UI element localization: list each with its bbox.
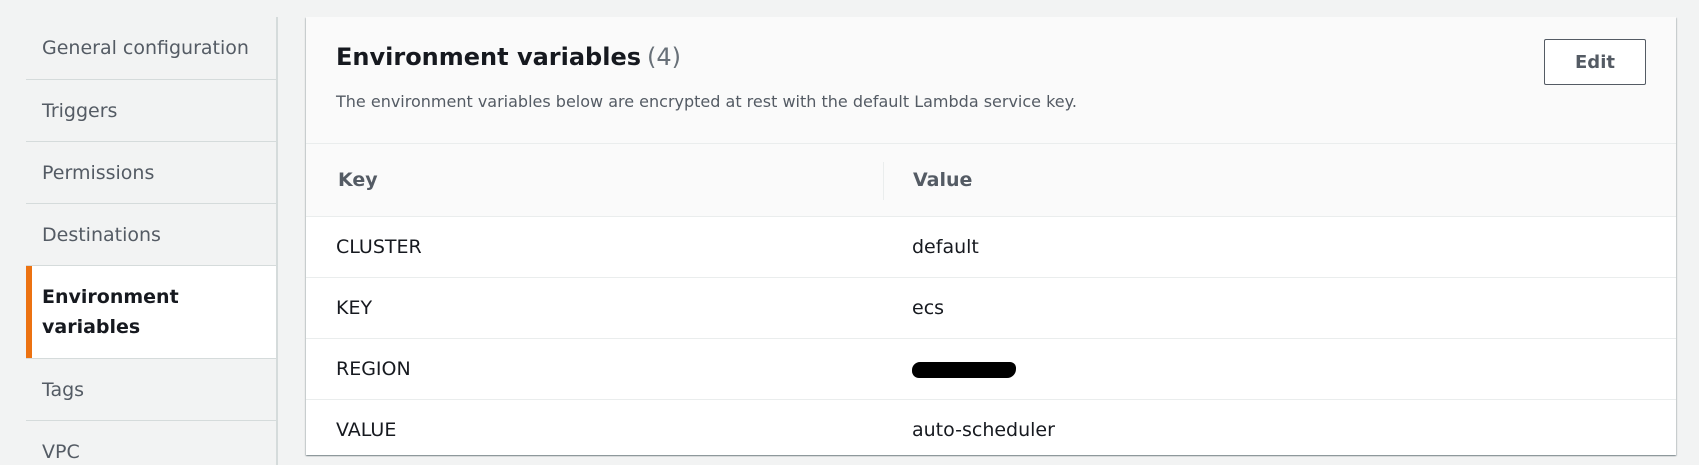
sidebar-item-label: Environment variables — [42, 286, 179, 338]
table-row: VALUE auto-scheduler — [306, 400, 1676, 455]
table-row: CLUSTER default — [306, 217, 1676, 278]
column-header-value: Value — [913, 169, 973, 191]
column-divider[interactable] — [883, 162, 884, 200]
row-value-redacted — [912, 358, 1016, 380]
sidebar-item-triggers[interactable]: Triggers — [26, 79, 276, 141]
panel-header: Environment variables (4) The environment… — [306, 17, 1676, 144]
row-key: KEY — [336, 297, 373, 319]
row-value: ecs — [912, 297, 945, 319]
sidebar-nav: General configuration Triggers Permissio… — [26, 17, 278, 465]
sidebar-item-label: Tags — [42, 378, 85, 401]
sidebar-item-permissions[interactable]: Permissions — [26, 141, 276, 203]
row-key: VALUE — [336, 419, 397, 441]
variable-count: (4) — [647, 43, 682, 71]
sidebar-item-destinations[interactable]: Destinations — [26, 203, 276, 265]
environment-variables-table: Key Value CLUSTER default KEY ecs REGION… — [306, 144, 1676, 455]
panel-title-text: Environment variables — [336, 43, 642, 71]
redaction-mark — [912, 361, 1016, 378]
sidebar-item-label: General configuration — [42, 37, 249, 59]
environment-variables-panel: Environment variables (4) The environment… — [306, 17, 1676, 455]
sidebar-item-label: Triggers — [42, 99, 118, 122]
row-key: CLUSTER — [336, 236, 422, 258]
panel-description: The environment variables below are encr… — [336, 92, 1077, 111]
sidebar-item-tags[interactable]: Tags — [26, 358, 276, 420]
sidebar-item-environment-variables[interactable]: Environment variables — [26, 265, 276, 358]
sidebar-item-label: Destinations — [42, 223, 161, 246]
row-value: default — [912, 236, 979, 258]
table-header: Key Value — [306, 144, 1676, 217]
sidebar-item-vpc[interactable]: VPC — [26, 420, 276, 465]
panel-title: Environment variables (4) — [336, 43, 681, 71]
table-row: KEY ecs — [306, 278, 1676, 339]
sidebar-item-general-configuration[interactable]: General configuration — [26, 17, 276, 79]
sidebar-item-label: VPC — [42, 440, 80, 463]
edit-button[interactable]: Edit — [1544, 39, 1646, 85]
row-value: auto-scheduler — [912, 419, 1055, 441]
column-header-key: Key — [338, 169, 378, 191]
sidebar-item-label: Permissions — [42, 161, 155, 184]
row-key: REGION — [336, 358, 411, 380]
table-row: REGION — [306, 339, 1676, 400]
